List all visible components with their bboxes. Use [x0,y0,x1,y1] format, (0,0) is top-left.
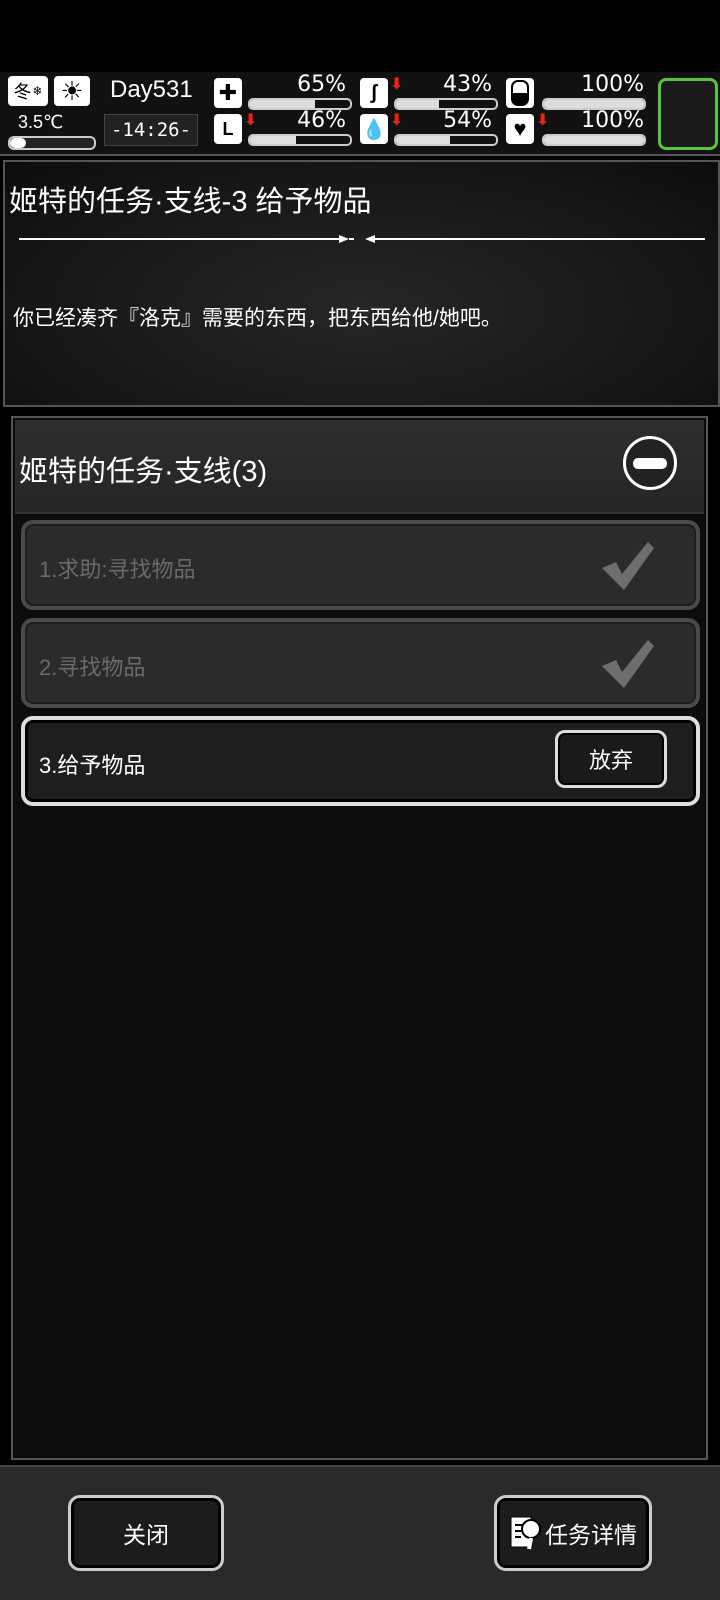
thermometer-icon [8,136,96,150]
water-drop-icon: 💧 [360,114,388,144]
collapse-button[interactable] [623,436,677,490]
quest-description: 你已经凑齐『洛克』需要的东西，把东西给他/她吧。 [13,307,502,330]
equipment-slot[interactable] [658,78,718,150]
season-label: 冬 [13,82,32,102]
checkmark-icon [602,640,654,688]
close-button[interactable]: 关闭 [68,1495,224,1571]
hunger-value: 43% [443,72,492,97]
thirst-bar [394,134,498,146]
season-badge: 冬 ❄ [8,76,48,106]
quest-step-label: 1.求助:寻找物品 [39,557,196,582]
medicine-value: 100% [581,72,644,97]
stamina-bar [248,134,352,146]
stamina-value: 46% [297,108,346,133]
thirst-value: 54% [443,108,492,133]
heart-icon: ♥ [506,114,534,144]
mood-value: 100% [581,108,644,133]
quest-step-3[interactable]: 3.给予物品 放弃 [21,716,700,806]
document-search-icon [510,1516,541,1550]
quest-details-button[interactable]: 任务详情 [494,1495,652,1571]
quest-step-label: 3.给予物品 [39,753,146,778]
title-divider [19,235,705,243]
bottom-bar: 关闭 任务详情 [0,1465,720,1600]
boot-icon: L [214,114,242,144]
quest-step-2[interactable]: 2.寻找物品 [21,618,700,708]
snowflake-icon: ❄ [32,84,43,98]
quest-title: 姬特的任务·支线-3 给予物品 [9,186,372,218]
sun-icon: ☀ [54,76,90,106]
clock-time: -14:26- [104,114,198,146]
minus-icon [633,458,667,469]
close-button-label: 关闭 [123,1522,169,1548]
mood-bar [542,134,646,146]
quest-description-panel: 姬特的任务·支线-3 给予物品 你已经凑齐『洛克』需要的东西，把东西给他/她吧。 [3,160,720,407]
status-bar: 冬 ❄ ☀ 3.5℃ Day531 -14:26- ✚ 65% ʃ ⬇ 43% … [0,72,720,156]
quest-chain-header[interactable]: 姬特的任务·支线(3) [15,420,704,514]
abandon-button[interactable]: 放弃 [555,730,667,788]
stomach-icon: ʃ [360,78,388,108]
quest-chain-title: 姬特的任务·支线(3) [19,456,268,488]
quest-step-label: 2.寻找物品 [39,655,146,680]
pill-icon [506,78,534,108]
day-counter: Day531 [110,76,193,103]
quest-step-1[interactable]: 1.求助:寻找物品 [21,520,700,610]
checkmark-icon [602,542,654,590]
health-value: 65% [297,72,346,97]
temperature-value: 3.5℃ [18,112,64,132]
quest-details-label: 任务详情 [545,1522,637,1548]
medkit-icon: ✚ [214,78,242,108]
quest-chain-panel: 姬特的任务·支线(3) 1.求助:寻找物品 2.寻找物品 3.给予物品 放弃 [11,416,708,1460]
